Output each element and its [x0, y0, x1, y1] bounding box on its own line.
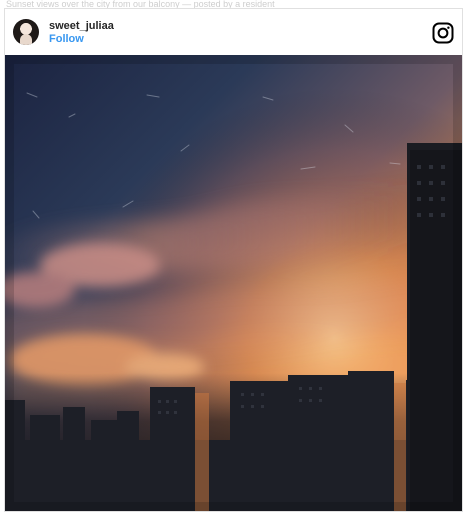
post-header: sweet_juliaa Follow [5, 9, 462, 55]
post-photo[interactable] [5, 55, 462, 511]
avatar[interactable] [13, 19, 39, 45]
instagram-embed-card: sweet_juliaa Follow [4, 8, 463, 512]
instagram-icon[interactable] [432, 22, 454, 44]
follow-link[interactable]: Follow [49, 33, 84, 45]
page-text-sliver: Sunset views over the city from our balc… [6, 0, 275, 8]
username[interactable]: sweet_juliaa [49, 20, 114, 32]
